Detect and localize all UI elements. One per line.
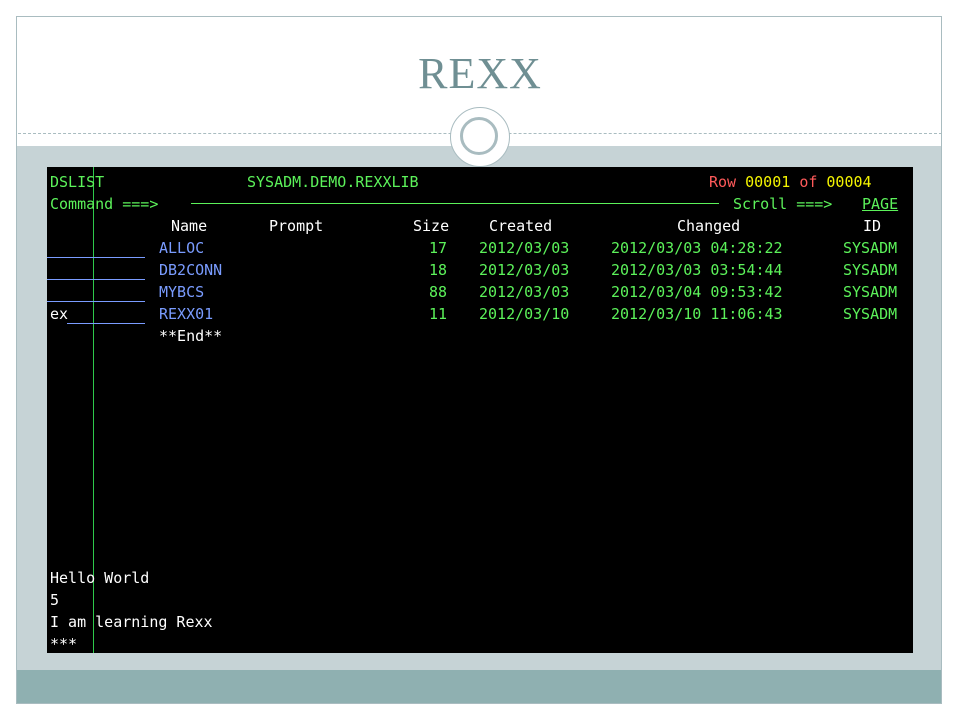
column-header-prompt: Prompt [269, 217, 324, 235]
end-of-list-marker: **End** [159, 327, 223, 345]
member-created: 2012/03/03 [479, 283, 570, 301]
line-command-underline [47, 257, 145, 258]
output-continue-marker: *** [50, 635, 78, 653]
member-id: SYSADM [843, 305, 898, 323]
member-changed: 2012/03/10 11:06:43 [611, 305, 783, 323]
column-header-id: ID [863, 217, 882, 235]
command-input-underline [191, 203, 719, 204]
member-id: SYSADM [843, 261, 898, 279]
member-size: 88 [429, 283, 448, 301]
row-total: 00004 [826, 173, 872, 191]
ring-ornament-icon [450, 107, 510, 167]
line-command-underline [47, 279, 145, 280]
member-size: 17 [429, 239, 448, 257]
member-name[interactable]: ALLOC [159, 237, 204, 259]
dataset-level: SYSADM.DEMO.REXXLIB [247, 173, 419, 191]
footer-band [17, 670, 941, 703]
column-header-size: Size [413, 217, 450, 235]
member-created: 2012/03/10 [479, 305, 570, 323]
member-changed: 2012/03/03 04:28:22 [611, 239, 783, 257]
column-header-created: Created [489, 217, 553, 235]
member-changed: 2012/03/03 03:54:44 [611, 261, 783, 279]
member-id: SYSADM [843, 239, 898, 257]
line-command-underline [67, 323, 145, 324]
member-id: SYSADM [843, 283, 898, 301]
member-size: 11 [429, 305, 448, 323]
line-command-field[interactable]: ex [50, 303, 68, 325]
ispf-terminal[interactable]: DSLIST SYSADM.DEMO.REXXLIB Row 00001 of … [47, 167, 913, 653]
line-command-underline [47, 301, 145, 302]
member-name[interactable]: MYBCS [159, 281, 204, 303]
row-current: 00001 [745, 173, 791, 191]
member-name[interactable]: DB2CONN [159, 259, 222, 281]
column-header-name: Name [171, 217, 208, 235]
slide-title: REXX [418, 49, 542, 98]
output-line: 5 [50, 591, 60, 609]
output-line: Hello World [50, 569, 150, 587]
member-created: 2012/03/03 [479, 261, 570, 279]
output-line: I am learning Rexx [50, 613, 213, 631]
row-indicator: Row 00001 of 00004 [709, 171, 872, 193]
scroll-amount-field[interactable]: PAGE [862, 193, 898, 215]
column-header-changed: Changed [677, 217, 741, 235]
member-size: 18 [429, 261, 448, 279]
member-created: 2012/03/03 [479, 239, 570, 257]
panel-name: DSLIST [50, 173, 105, 191]
scroll-label: Scroll ===> [733, 195, 833, 213]
row-label: Row [709, 173, 737, 191]
member-changed: 2012/03/04 09:53:42 [611, 283, 783, 301]
row-of: of [799, 173, 818, 191]
command-prompt: Command ===> [50, 195, 159, 213]
member-name[interactable]: REXX01 [159, 303, 213, 325]
